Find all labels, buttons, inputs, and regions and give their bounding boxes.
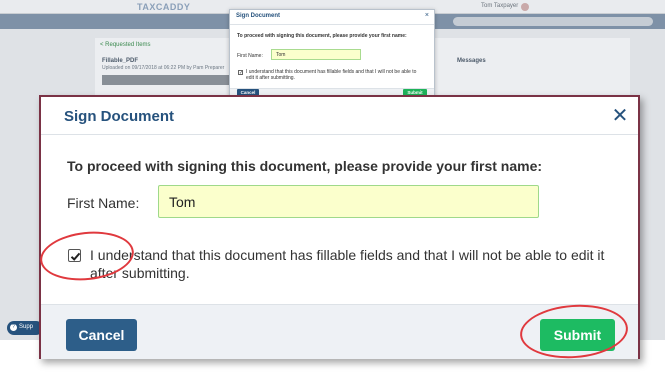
first-name-label: First Name:	[67, 195, 140, 211]
mini-first-name-input[interactable]: Tom	[271, 49, 361, 60]
close-icon[interactable]: ✕	[608, 104, 632, 128]
prompt-text: To proceed with signing this document, p…	[67, 158, 543, 174]
uploaded-info: Uploaded on 09/17/2018 at 06:22 PM by Pa…	[102, 65, 225, 71]
mini-agree-text: I understand that this document has fill…	[246, 69, 417, 81]
user-menu[interactable]: Tom Taxpayer	[481, 3, 518, 9]
agree-text: I understand that this document has fill…	[90, 247, 605, 281]
mini-prompt-text: To proceed with signing this document, p…	[237, 33, 407, 39]
mini-dialog-title: Sign Document	[236, 13, 281, 19]
mini-close-icon[interactable]: ×	[425, 12, 429, 19]
mini-dialog-header: Sign Document ×	[230, 10, 434, 25]
file-name: Fillable_PDF	[102, 58, 139, 64]
messages-header: Messages	[457, 58, 486, 64]
mini-first-name-label: First Name:	[237, 53, 263, 59]
pdf-toolbar	[102, 75, 230, 85]
first-name-input[interactable]	[158, 185, 539, 218]
language-flag-icon[interactable]	[521, 3, 529, 11]
dialog-title: Sign Document	[64, 108, 175, 125]
mini-sign-document-dialog: Sign Document × To proceed with signing …	[229, 9, 435, 99]
cancel-button[interactable]: Cancel	[66, 319, 137, 351]
dialog-header: Sign Document ✕	[41, 97, 638, 135]
search-input[interactable]	[453, 17, 653, 26]
mini-agree-checkbox[interactable]: ✓	[238, 70, 243, 76]
requested-items-link[interactable]: < Requested Items	[100, 42, 151, 48]
app-logo: TAXCADDY	[137, 2, 191, 12]
support-button[interactable]: Supp	[7, 321, 43, 335]
